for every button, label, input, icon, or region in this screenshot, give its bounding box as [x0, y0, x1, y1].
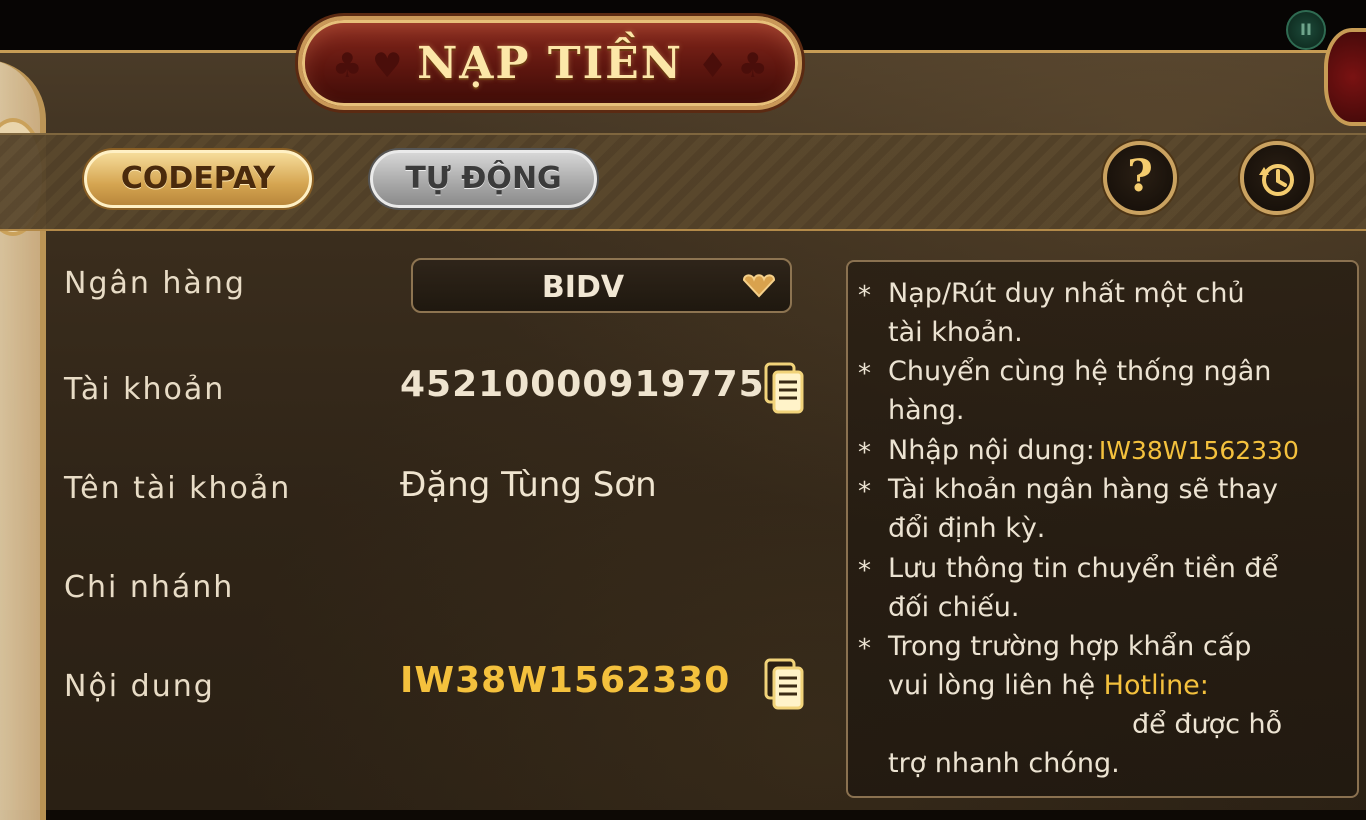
- bank-select[interactable]: BIDV: [411, 258, 792, 313]
- note-line-9: đối chiếu.: [888, 592, 1020, 623]
- copy-account-icon[interactable]: [764, 362, 804, 414]
- page-title: NẠP TIỀN: [417, 38, 683, 89]
- tab-tu-dong[interactable]: TỰ ĐỘNG: [370, 150, 597, 208]
- note-line-5: Nhập nội dung: IW38W1562330: [888, 435, 1299, 466]
- content-value: IW38W1562330: [400, 660, 731, 701]
- history-icon: [1259, 164, 1294, 196]
- spade-suit-icon: ♣: [737, 46, 768, 86]
- chevron-down-icon: [742, 274, 776, 298]
- note-bullet: *: [858, 556, 871, 586]
- diamond-suit-icon: ♦: [697, 46, 728, 86]
- account-name-value: Đặng Tùng Sơn: [400, 465, 657, 505]
- copy-content-icon[interactable]: [764, 658, 804, 710]
- note-bullet: *: [858, 634, 871, 664]
- club-suit-icon: ♣: [332, 46, 363, 86]
- help-button[interactable]: ?: [1103, 141, 1177, 215]
- note-code-label: Nhập nội dung:: [888, 435, 1095, 466]
- tab-codepay[interactable]: CODEPAY: [84, 150, 312, 208]
- account-label: Tài khoản: [64, 372, 226, 407]
- note-line-11: vui lòng liên hệ Hotline:: [888, 670, 1209, 701]
- close-knob-ornament[interactable]: [1324, 28, 1366, 126]
- heart-suit-icon: ♥: [372, 46, 403, 86]
- note-line-8: Lưu thông tin chuyển tiền để: [888, 553, 1279, 584]
- account-name-label: Tên tài khoản: [64, 471, 292, 506]
- note-line-3: Chuyển cùng hệ thống ngân: [888, 356, 1272, 387]
- title-plate: ♣ ♥ NẠP TIỀN ♦ ♣: [298, 16, 802, 110]
- branch-label: Chi nhánh: [64, 570, 235, 605]
- note-bullet: *: [858, 281, 871, 311]
- note-line-7: đổi định kỳ.: [888, 513, 1046, 544]
- bank-label: Ngân hàng: [64, 266, 246, 301]
- note-hotline-text: vui lòng liên hệ: [888, 670, 1096, 701]
- note-line-6: Tài khoản ngân hàng sẽ thay: [888, 474, 1278, 505]
- content-label: Nội dung: [64, 669, 215, 704]
- note-line-12: để được hỗ: [1132, 709, 1283, 740]
- note-bullet: *: [858, 438, 871, 468]
- hotline-link[interactable]: Hotline:: [1104, 670, 1209, 701]
- note-line-1: Nạp/Rút duy nhất một chủ: [888, 278, 1245, 309]
- note-line-10: Trong trường hợp khẩn cấp: [888, 631, 1252, 662]
- history-button[interactable]: [1240, 141, 1314, 215]
- note-line-4: hàng.: [888, 395, 965, 426]
- pause-button[interactable]: II: [1286, 10, 1326, 50]
- question-icon: ?: [1127, 151, 1153, 202]
- bank-select-value: BIDV: [541, 270, 625, 305]
- note-bullet: *: [858, 359, 871, 389]
- note-line-2: tài khoản.: [888, 317, 1023, 348]
- note-line-13: trợ nhanh chóng.: [888, 748, 1120, 779]
- note-bullet: *: [858, 477, 871, 507]
- account-number: 45210000919775: [400, 364, 765, 405]
- note-code: IW38W1562330: [1098, 436, 1299, 465]
